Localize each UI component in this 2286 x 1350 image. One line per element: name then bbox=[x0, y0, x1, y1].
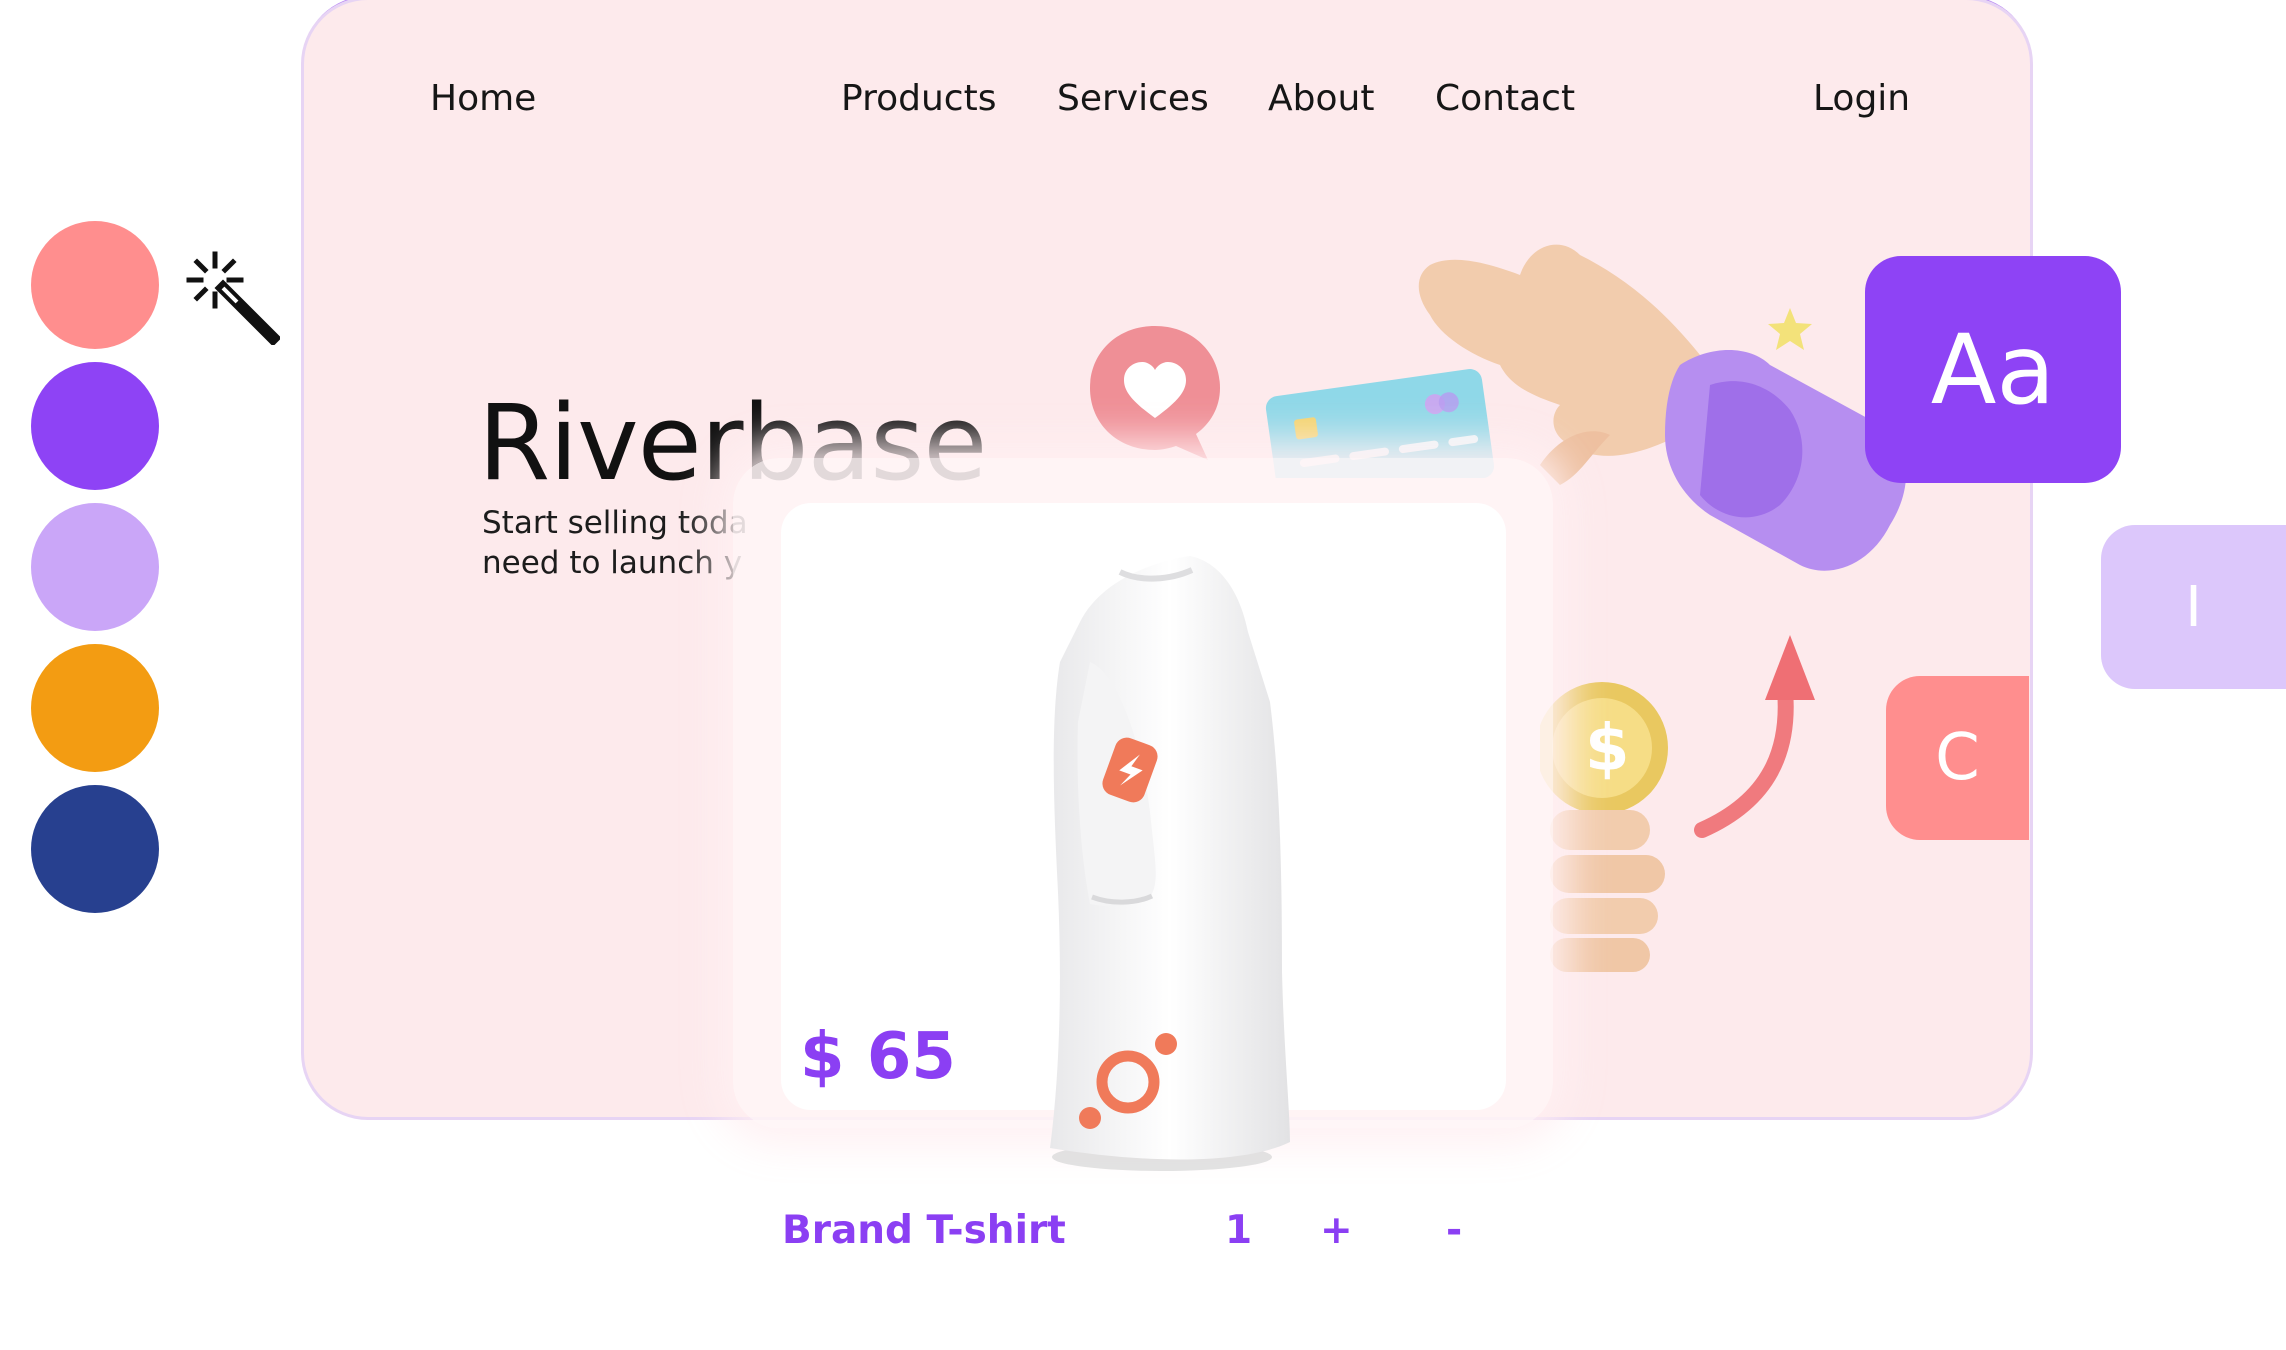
svg-text:$: $ bbox=[1585, 712, 1630, 786]
quantity-value: 1 bbox=[1225, 1208, 1253, 1253]
font-tile-aa-label: Aa bbox=[1930, 313, 2056, 426]
nav-login[interactable]: Login bbox=[1813, 78, 1910, 119]
star-icon bbox=[1768, 308, 1812, 350]
quantity-decrease-button[interactable]: - bbox=[1446, 1208, 1462, 1253]
quantity-increase-button[interactable]: + bbox=[1320, 1208, 1353, 1253]
color-swatch-coral[interactable] bbox=[31, 221, 159, 349]
color-swatch-orange[interactable] bbox=[31, 644, 159, 772]
color-swatch-lilac[interactable] bbox=[31, 503, 159, 631]
tagline-line-1: Start selling toda bbox=[482, 505, 748, 541]
font-tile-i-label: I bbox=[2185, 574, 2202, 640]
heart-bubble-icon bbox=[1090, 326, 1220, 460]
color-swatch-navy[interactable] bbox=[31, 785, 159, 913]
coin-hand-illustration: $ bbox=[1540, 682, 1668, 972]
magic-wand-icon[interactable] bbox=[185, 250, 280, 345]
curved-arrow-icon bbox=[1694, 635, 1815, 838]
nav-about[interactable]: About bbox=[1268, 78, 1374, 119]
nav-home[interactable]: Home bbox=[430, 78, 536, 119]
color-swatch-purple[interactable] bbox=[31, 362, 159, 490]
font-tile-c-label: C bbox=[1935, 721, 1980, 795]
nav-services[interactable]: Services bbox=[1057, 78, 1209, 119]
nav-contact[interactable]: Contact bbox=[1435, 78, 1575, 119]
product-name: Brand T-shirt bbox=[782, 1208, 1066, 1253]
nav-products[interactable]: Products bbox=[841, 78, 996, 119]
font-tile-c[interactable]: C bbox=[1886, 676, 2029, 840]
font-tile-i[interactable]: I bbox=[2101, 525, 2286, 689]
font-tile-aa[interactable]: Aa bbox=[1865, 256, 2121, 483]
tshirt-image[interactable] bbox=[1020, 552, 1320, 1182]
tagline-line-2: need to launch y bbox=[482, 545, 743, 581]
product-price: $ 65 bbox=[800, 1020, 956, 1094]
